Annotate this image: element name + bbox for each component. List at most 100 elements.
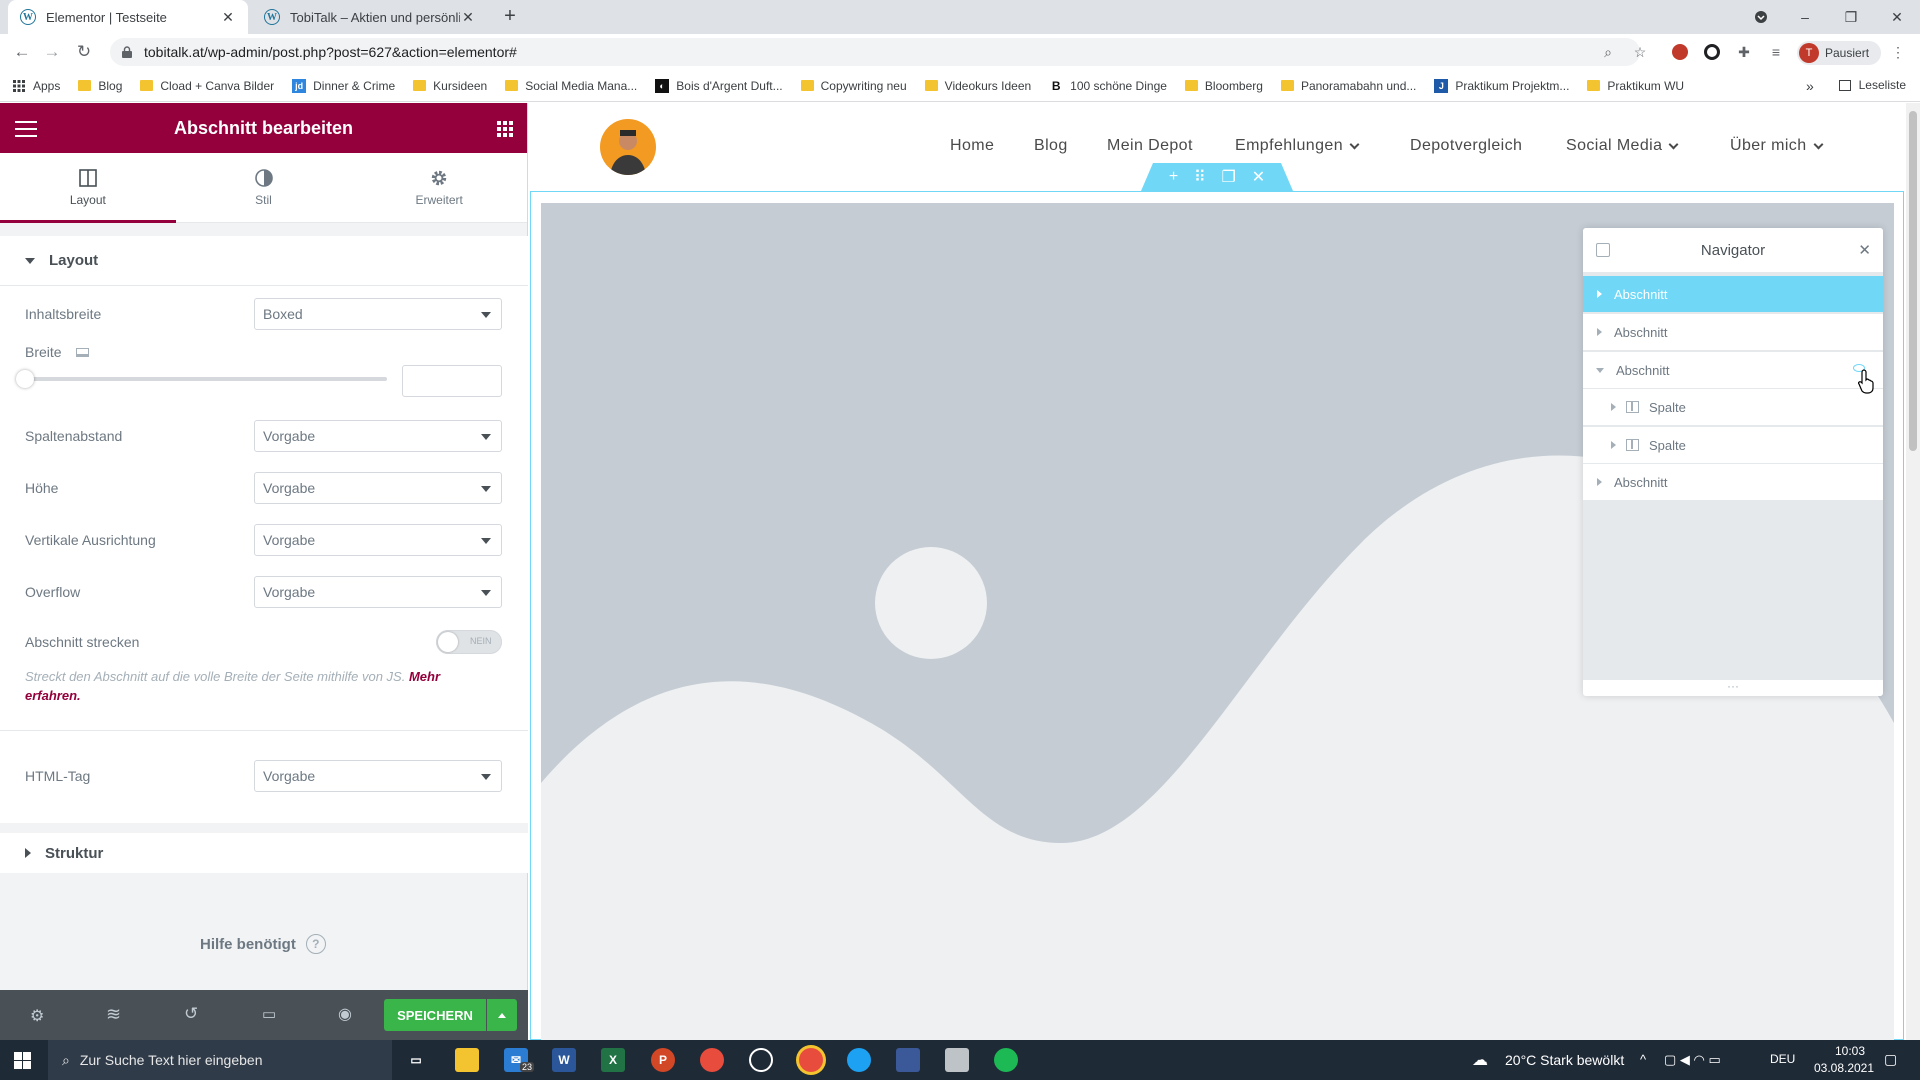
menu-blog[interactable]: Blog (1034, 137, 1068, 155)
app-icon[interactable] (896, 1048, 920, 1072)
navigator-item-abschnitt-3[interactable]: Abschnitt (1583, 352, 1883, 389)
strecken-toggle[interactable]: NEIN (436, 630, 502, 654)
menu-mein-depot[interactable]: Mein Depot (1107, 137, 1193, 155)
navigator-resize-handle[interactable]: ··· (1583, 680, 1883, 696)
menu-depotvergleich[interactable]: Depotvergleich (1410, 137, 1522, 155)
file-explorer-icon[interactable] (455, 1048, 479, 1072)
duplicate-section-icon[interactable]: ❐ (1222, 167, 1236, 187)
weather-text[interactable]: 20°C Stark bewölkt (1505, 1052, 1624, 1068)
language-indicator[interactable]: DEU (1770, 1052, 1795, 1066)
drag-section-icon[interactable]: ⠿ (1194, 167, 1206, 187)
bookmark-social[interactable]: Social Media Mana... (505, 79, 637, 93)
save-button[interactable]: SPEICHERN (384, 999, 486, 1031)
tab-erweitert[interactable]: Erweitert (351, 153, 527, 222)
menu-empfehlungen[interactable]: Empfehlungen (1235, 137, 1360, 155)
inhaltsbreite-select[interactable]: Boxed (254, 298, 502, 330)
address-bar[interactable]: tobitalk.at/wp-admin/post.php?post=627&a… (110, 38, 1640, 66)
new-tab-button[interactable]: + (498, 5, 522, 29)
navigator-item-abschnitt-4[interactable]: Abschnitt (1583, 464, 1883, 501)
notification-icon[interactable]: ▢ (1884, 1051, 1897, 1068)
page-scrollbar[interactable] (1906, 103, 1920, 1040)
tray-icons[interactable]: ▢ ◀ ◠ ▭ (1664, 1052, 1721, 1068)
navigator-item-spalte-2[interactable]: Spalte (1583, 427, 1883, 464)
bookmark-praktikum-projekt[interactable]: J Praktikum Projektm... (1434, 78, 1569, 93)
breite-slider-track[interactable] (25, 377, 387, 381)
chrome-icon[interactable] (799, 1048, 823, 1072)
zoom-icon[interactable]: ⌕ (1598, 42, 1618, 62)
settings-gear-icon[interactable]: ⚙ (30, 1006, 44, 1026)
layout-section-header[interactable]: Layout (0, 236, 528, 286)
bookmark-dinner[interactable]: jd Dinner & Crime (292, 78, 395, 93)
bookmark-bois[interactable]: ◐ Bois d'Argent Duft... (655, 78, 783, 93)
bookmark-panorama[interactable]: Panoramabahn und... (1280, 79, 1416, 93)
task-view-icon[interactable]: ▭ (404, 1048, 428, 1072)
scrollbar-thumb[interactable] (1909, 111, 1917, 451)
edge-icon[interactable] (847, 1048, 871, 1072)
navigator-item-abschnitt-1[interactable]: Abschnitt (1583, 276, 1883, 313)
obs-icon[interactable] (749, 1048, 773, 1072)
widgets-grid-icon[interactable] (497, 121, 513, 137)
bookmark-bloomberg[interactable]: Bloomberg (1184, 79, 1263, 93)
close-tab-icon[interactable]: ✕ (460, 9, 476, 26)
menu-social-media[interactable]: Social Media (1566, 137, 1679, 155)
app-icon[interactable] (700, 1048, 724, 1072)
bookmark-100[interactable]: B 100 schöne Dinge (1049, 79, 1167, 93)
more-bookmarks-icon[interactable]: » (1806, 78, 1814, 94)
taskbar-search-input[interactable]: ⌕ Zur Suche Text hier eingeben (48, 1040, 392, 1080)
responsive-mode-icon[interactable]: ▭ (262, 1005, 276, 1023)
struktur-section-header[interactable]: Struktur (0, 833, 528, 873)
tray-chevron-icon[interactable]: ^ (1640, 1052, 1646, 1067)
menu-home[interactable]: Home (950, 137, 994, 155)
navigator-item-spalte-1[interactable]: Spalte (1583, 389, 1883, 426)
close-tab-icon[interactable]: ✕ (220, 9, 236, 26)
save-options-button[interactable] (487, 999, 517, 1031)
adblock-icon[interactable] (1670, 42, 1690, 62)
close-icon[interactable]: ✕ (1858, 241, 1871, 259)
extensions-icon[interactable]: ✚ (1734, 42, 1754, 62)
vertikale-ausrichtung-select[interactable]: Vorgabe (254, 524, 502, 556)
bookmark-kursideen[interactable]: Kursideen (413, 79, 487, 93)
navigator-header[interactable]: Navigator ✕ (1583, 228, 1883, 272)
tab-tobitalk[interactable]: W TobiTalk – Aktien und persönliche ✕ (252, 0, 488, 34)
breite-input[interactable] (402, 365, 502, 397)
struktur-section[interactable]: Struktur (0, 823, 528, 873)
media-control-icon[interactable]: ≡ (1766, 42, 1786, 62)
add-section-icon[interactable]: + (1169, 168, 1178, 186)
navigator-collapse-all-icon[interactable] (1596, 243, 1610, 257)
html-tag-select[interactable]: Vorgabe (254, 760, 502, 792)
minimize-icon[interactable]: – (1782, 0, 1828, 34)
powerpoint-icon[interactable]: P (651, 1048, 675, 1072)
browser-menu-icon[interactable]: ⋮ (1888, 42, 1908, 62)
navigator-item-abschnitt-2[interactable]: Abschnitt (1583, 314, 1883, 351)
back-icon[interactable]: ← (10, 40, 34, 64)
spaltenabstand-select[interactable]: Vorgabe (254, 420, 502, 452)
bookmark-cload[interactable]: Cload + Canva Bilder (140, 79, 274, 93)
bookmark-videokurs[interactable]: Videokurs Ideen (924, 79, 1031, 93)
history-icon[interactable]: ↺ (184, 1004, 198, 1024)
help-link[interactable]: Hilfe benötigt ? (200, 934, 326, 954)
hoehe-select[interactable]: Vorgabe (254, 472, 502, 504)
site-logo-avatar[interactable] (600, 119, 656, 175)
close-window-icon[interactable]: ✕ (1874, 0, 1920, 34)
clock-time[interactable]: 10:03 (1820, 1044, 1880, 1058)
overflow-select[interactable]: Vorgabe (254, 576, 502, 608)
tab-stil[interactable]: Stil (176, 153, 352, 222)
word-icon[interactable]: W (552, 1048, 576, 1072)
navigator-layers-icon[interactable]: ≋ (106, 1004, 121, 1025)
preview-eye-icon[interactable]: ◉ (338, 1004, 352, 1024)
restore-icon[interactable]: ❐ (1828, 0, 1874, 34)
clock-date[interactable]: 03.08.2021 (1808, 1061, 1880, 1075)
bookmark-blog[interactable]: Blog (78, 79, 122, 93)
forward-icon[interactable]: → (40, 40, 64, 64)
tab-layout[interactable]: Layout (0, 153, 176, 223)
delete-section-icon[interactable]: ✕ (1252, 167, 1265, 187)
tab-elementor[interactable]: W Elementor | Testseite ✕ (8, 0, 248, 34)
spotify-icon[interactable] (994, 1048, 1018, 1072)
menu-ueber-mich[interactable]: Über mich (1730, 137, 1823, 155)
reading-list-button[interactable]: Leseliste (1838, 78, 1906, 92)
windows-start-icon[interactable] (14, 1052, 31, 1069)
bookmark-praktikum-wu[interactable]: Praktikum WU (1587, 79, 1684, 93)
bookmark-star-icon[interactable]: ☆ (1630, 42, 1650, 62)
excel-icon[interactable]: X (601, 1048, 625, 1072)
bookmark-copywriting[interactable]: Copywriting neu (800, 79, 907, 93)
